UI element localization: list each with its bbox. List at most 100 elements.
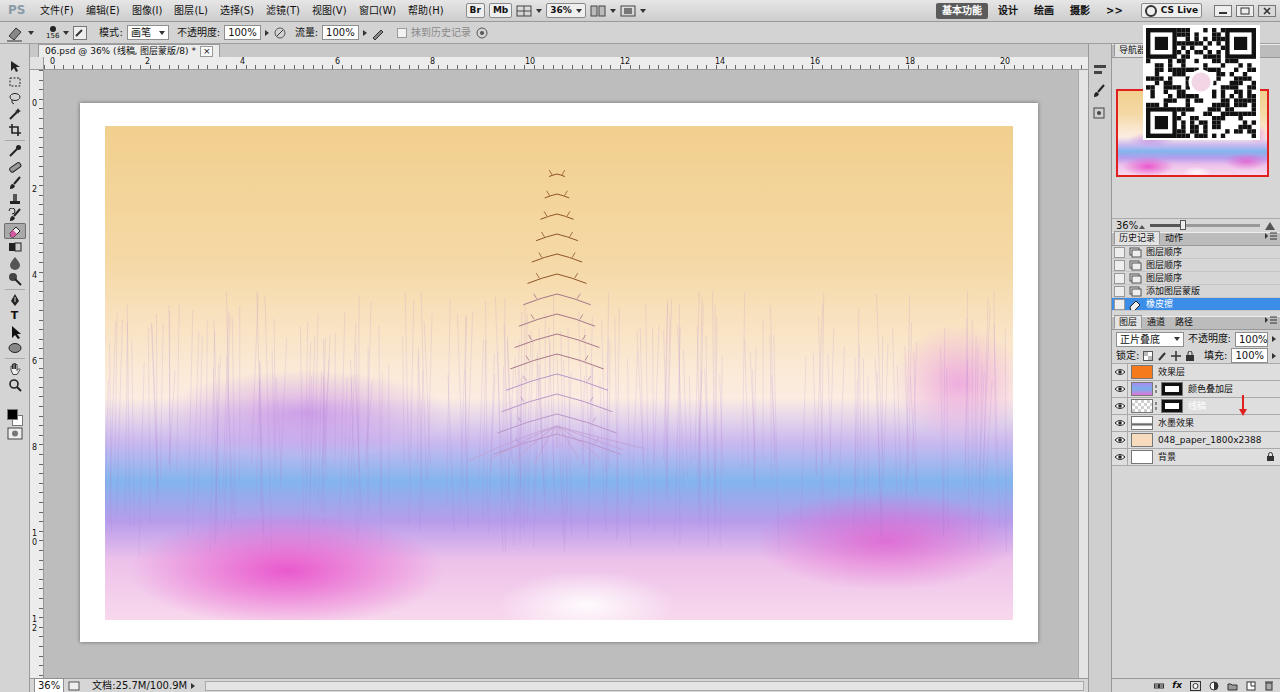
brush-panel-toggle-icon[interactable] (73, 26, 87, 40)
opacity-field[interactable]: 100% (224, 25, 261, 40)
add-mask-icon[interactable] (1190, 681, 1201, 691)
quick-mask-icon[interactable] (7, 427, 23, 440)
panel-menu-icon[interactable] (1264, 232, 1278, 241)
history-item[interactable]: 图层顺序 (1112, 272, 1280, 285)
workspace-button[interactable]: 基本功能 (936, 3, 988, 19)
menu-item[interactable]: 选择(S) (216, 5, 258, 17)
link-layers-icon[interactable] (1154, 681, 1164, 691)
heal-tool[interactable] (4, 159, 26, 175)
cs-live-button[interactable]: CS Live (1141, 3, 1202, 18)
panel-menu-icon[interactable] (1264, 316, 1278, 325)
airbrush-icon[interactable] (371, 26, 385, 40)
tablet-pressure-size-icon[interactable] (475, 26, 489, 40)
menu-item[interactable]: 图层(L) (170, 5, 211, 17)
dropdown-arrow-icon[interactable] (1272, 353, 1276, 359)
arrange-documents-icon[interactable] (590, 4, 606, 18)
dropdown-arrow-icon[interactable] (159, 31, 165, 35)
lock-pixels-icon[interactable] (1157, 351, 1167, 361)
eyedropper-tool[interactable] (4, 143, 26, 159)
fill-field[interactable]: 100% (1231, 348, 1268, 363)
dropdown-arrow-icon[interactable] (363, 30, 367, 36)
new-group-icon[interactable] (1227, 681, 1238, 691)
layer-row[interactable]: 水墨效果 (1112, 415, 1280, 432)
document-tab[interactable]: 06.psd @ 36% (线稿, 图层蒙版/8) *× (38, 44, 220, 57)
flow-field[interactable]: 100% (322, 25, 359, 40)
layer-name[interactable]: 效果层 (1158, 367, 1266, 378)
pen-tool[interactable] (4, 292, 26, 308)
pathsel-tool[interactable] (4, 324, 26, 340)
history-item[interactable]: 图层顺序 (1112, 259, 1280, 272)
screen-mode-icon[interactable] (620, 4, 636, 18)
workspace-button[interactable]: 设计 (992, 3, 1024, 19)
brush-tool[interactable] (4, 175, 26, 191)
layer-row[interactable]: 048_paper_1800x2388 (1112, 432, 1280, 449)
marquee-tool[interactable] (4, 74, 26, 90)
brush-preset-picker[interactable]: 156 (46, 25, 59, 40)
delete-layer-icon[interactable] (1264, 680, 1274, 691)
history-item[interactable]: 橡皮擦 (1112, 298, 1280, 311)
layer-name[interactable]: 颜色叠加层 (1188, 384, 1266, 395)
foreground-color[interactable] (7, 409, 18, 420)
dropdown-arrow-icon[interactable] (576, 9, 582, 13)
lock-all-icon[interactable] (1185, 351, 1195, 361)
lock-transparent-icon[interactable] (1143, 351, 1153, 361)
eraser-tool-preset-icon[interactable] (6, 24, 24, 42)
panel-tab[interactable]: 通道 (1142, 315, 1170, 329)
tablet-pressure-opacity-icon[interactable] (273, 26, 287, 40)
layer-style-button[interactable]: fx (1172, 680, 1182, 691)
vertical-scrollbar[interactable] (1078, 70, 1088, 678)
horizontal-scrollbar[interactable] (205, 681, 1084, 691)
dropdown-arrow-icon[interactable] (610, 9, 616, 13)
tool-presets-icon[interactable] (1092, 62, 1108, 76)
hand-tool[interactable] (4, 361, 26, 377)
stamp-tool[interactable] (4, 191, 26, 207)
color-swatches[interactable] (5, 409, 25, 427)
panel-tab[interactable]: 路径 (1170, 315, 1198, 329)
history-source-box[interactable] (1114, 260, 1125, 271)
panel-tab[interactable]: 历史记录 (1114, 231, 1160, 245)
bridge-button[interactable]: Br (466, 3, 485, 18)
dropdown-arrow-icon[interactable] (1174, 337, 1180, 341)
close-icon[interactable] (1258, 5, 1276, 17)
clone-source-icon[interactable] (1092, 106, 1108, 120)
layer-mask-thumbnail[interactable] (1161, 399, 1183, 413)
menu-item[interactable]: 滤镜(T) (262, 5, 304, 17)
history-item[interactable]: 图层顺序 (1112, 246, 1280, 259)
dropdown-arrow-icon[interactable] (1272, 336, 1276, 342)
layer-name[interactable]: 线稿 (1188, 401, 1266, 412)
visibility-toggle[interactable] (1112, 364, 1128, 381)
wand-tool[interactable] (4, 106, 26, 122)
layer-row[interactable]: 颜色叠加层 (1112, 381, 1280, 398)
crop-tool[interactable] (4, 122, 26, 138)
layer-row[interactable]: 效果层 (1112, 364, 1280, 381)
layer-row[interactable]: 背景 (1112, 449, 1280, 466)
artwork[interactable] (105, 126, 1013, 620)
menu-item[interactable]: 视图(V) (308, 5, 351, 17)
history-source-box[interactable] (1114, 286, 1125, 297)
menu-item[interactable]: 文件(F) (36, 5, 78, 17)
history-source-box[interactable] (1114, 273, 1125, 284)
more-workspaces-button[interactable]: >> (1100, 3, 1129, 19)
lasso-tool[interactable] (4, 90, 26, 106)
menu-item[interactable]: 编辑(E) (82, 5, 124, 17)
canvas-area[interactable] (44, 70, 1078, 678)
layer-name[interactable]: 048_paper_1800x2388 (1158, 435, 1266, 446)
gradient-tool[interactable] (4, 239, 26, 255)
zoom-in-icon[interactable] (1264, 220, 1276, 231)
adjustment-layer-icon[interactable] (1209, 681, 1219, 691)
layer-opacity-field[interactable]: 100% (1235, 332, 1268, 347)
visibility-toggle[interactable] (1112, 432, 1128, 449)
restore-icon[interactable] (1236, 5, 1254, 17)
navigator-zoom-slider[interactable] (1150, 224, 1260, 227)
mode-dropdown[interactable]: 画笔 (127, 25, 169, 40)
zoom-out-icon[interactable] (1138, 221, 1146, 230)
blur-tool[interactable] (4, 255, 26, 271)
move-tool[interactable] (4, 58, 26, 74)
dropdown-arrow-icon[interactable] (191, 683, 195, 689)
dodge-tool[interactable] (4, 271, 26, 287)
minimize-icon[interactable] (1214, 5, 1232, 17)
status-info-icon[interactable] (68, 681, 80, 691)
histbrush-tool[interactable] (4, 207, 26, 223)
navigator-zoom-knob[interactable] (1180, 220, 1186, 230)
new-layer-icon[interactable] (1246, 681, 1256, 691)
